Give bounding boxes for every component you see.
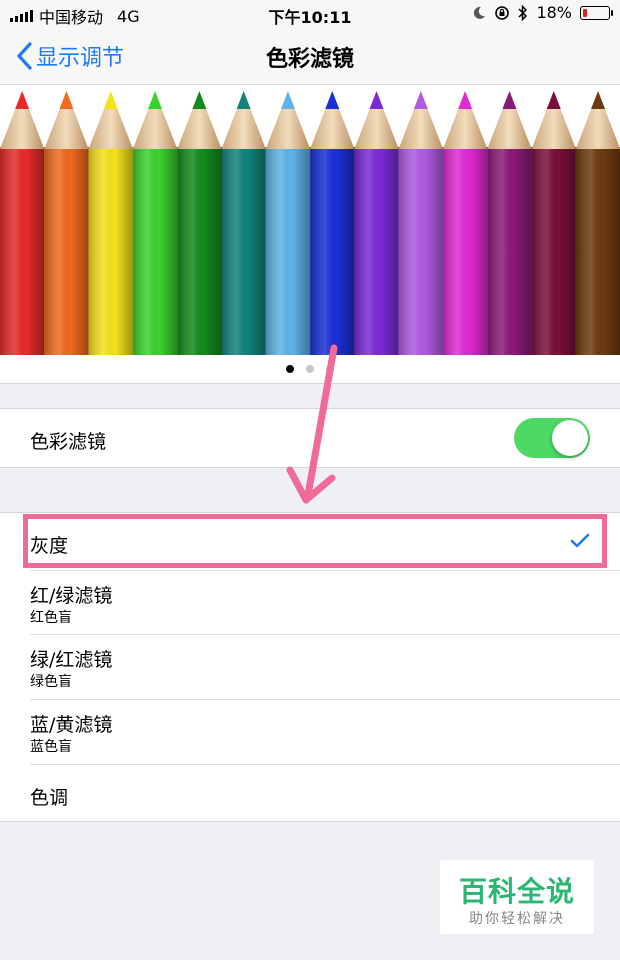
pencil (221, 91, 266, 355)
color-pencils-illustration[interactable] (0, 85, 620, 355)
watermark-title: 百科全说 (458, 875, 575, 908)
pencil (177, 91, 222, 355)
page-title: 色彩滤镜 (265, 47, 354, 72)
pencils-graphic (0, 91, 620, 355)
status-right: 18% (472, 3, 613, 22)
color-filter-toggle-row: 色彩滤镜 (0, 408, 620, 468)
pencil (0, 91, 45, 355)
moon-icon (474, 6, 486, 19)
filter-item-tritanopia[interactable]: 蓝/黄滤镜 蓝色盲 (0, 700, 620, 765)
page-dot (306, 365, 314, 373)
watermark-subtitle: 助你轻松解决 (469, 911, 565, 927)
pencil (310, 91, 355, 355)
color-filter-switch[interactable] (514, 418, 590, 458)
pencil (575, 91, 620, 355)
filter-item-grayscale[interactable]: 灰度 (0, 513, 620, 571)
filter-subtitle: 绿色盲 (30, 674, 72, 690)
pencil (487, 91, 532, 355)
pencil (398, 91, 443, 355)
page-indicator[interactable] (0, 355, 620, 384)
battery-icon (580, 5, 613, 20)
filter-item-protanopia[interactable]: 红/绿滤镜 红色盲 (0, 571, 620, 635)
filter-title: 红/绿滤镜 (30, 585, 113, 607)
filter-item-deuteranopia[interactable]: 绿/红滤镜 绿色盲 (0, 635, 620, 700)
pencil (88, 91, 133, 355)
page-dot (286, 365, 294, 373)
bluetooth-icon (518, 4, 528, 21)
pencil (265, 91, 311, 355)
navigation-bar: 显示调节 色彩滤镜 (0, 28, 620, 85)
switch-knob (552, 420, 588, 456)
pencil (132, 91, 178, 355)
battery-percent: 18% (536, 3, 572, 22)
filter-item-color-tint[interactable]: 色调 (0, 765, 620, 821)
filter-title: 灰度 (30, 535, 69, 557)
page-dot (326, 365, 334, 373)
checkmark-icon (570, 533, 590, 548)
filter-title: 绿/红滤镜 (30, 649, 113, 671)
pencil (443, 91, 488, 355)
color-filter-toggle-label: 色彩滤镜 (30, 431, 107, 453)
pencil (531, 91, 576, 355)
filter-subtitle: 蓝色盲 (30, 739, 72, 755)
pencil (44, 91, 89, 355)
status-bar: 中国移动 4G 下午10:11 18% (0, 0, 620, 28)
filter-list: 灰度 红/绿滤镜 红色盲 绿/红滤镜 绿色盲 蓝/黄滤镜 蓝色盲 色调 (0, 512, 620, 822)
filter-title: 色调 (30, 787, 69, 809)
watermark-logo: 百科全说 助你轻松解决 (440, 860, 594, 934)
pencil (354, 91, 399, 355)
filter-subtitle: 红色盲 (30, 610, 72, 626)
filter-title: 蓝/黄滤镜 (30, 714, 113, 736)
rotation-lock-icon (495, 5, 510, 20)
